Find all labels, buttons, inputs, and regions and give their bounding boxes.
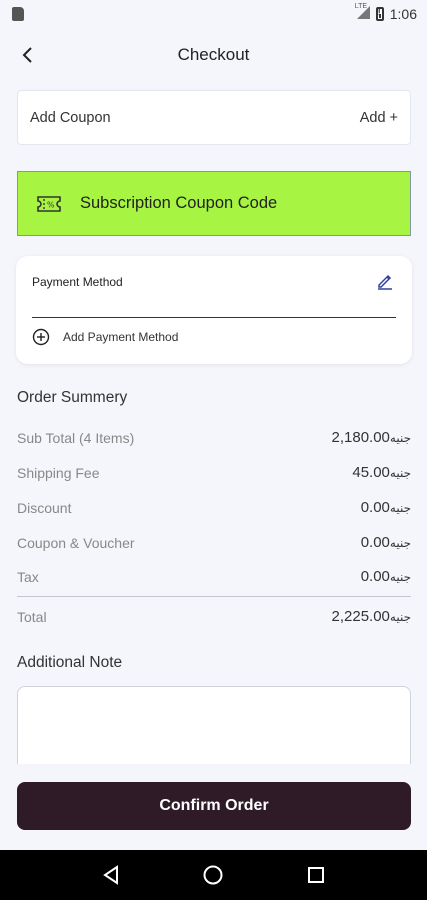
- nav-recents-button[interactable]: [303, 862, 329, 888]
- chevron-left-icon: [22, 47, 32, 63]
- summary-row-discount: Discount 0.00جنيه: [17, 499, 411, 516]
- summary-row-total: Total 2,225.00جنيه: [17, 608, 411, 625]
- row-label: Tax: [17, 568, 39, 585]
- add-payment-method-label: Add Payment Method: [63, 330, 179, 344]
- summary-row-shipping: Shipping Fee 45.00جنيه: [17, 464, 411, 481]
- summary-row-tax: Tax 0.00جنيه: [17, 568, 411, 585]
- row-value: 0.00جنيه: [360, 499, 411, 516]
- app-bar: Checkout: [0, 28, 427, 82]
- square-recents-icon: [307, 867, 324, 883]
- subscription-coupon-label: Subscription Coupon Code: [80, 194, 278, 212]
- row-value: 2,180.00جنيه: [331, 429, 411, 446]
- nav-back-button[interactable]: [98, 862, 124, 888]
- row-label: Shipping Fee: [17, 464, 100, 481]
- divider: [32, 317, 396, 318]
- row-value: 0.00جنيه: [360, 534, 411, 551]
- checkout-content[interactable]: Add Coupon Add + % Subscription Coupon C…: [0, 82, 427, 764]
- total-value: 2,225.00جنيه: [331, 608, 411, 625]
- clock: 1:06: [389, 6, 417, 22]
- page-title: Checkout: [177, 45, 250, 64]
- signal-icon: LTE: [354, 3, 370, 22]
- payment-method-title: Payment Method: [32, 275, 123, 289]
- row-value: 0.00جنيه: [360, 568, 411, 585]
- row-label: Coupon & Voucher: [17, 534, 135, 551]
- status-bar: LTE 1:06: [0, 0, 427, 28]
- back-button[interactable]: [14, 41, 42, 69]
- summary-divider: [17, 596, 411, 597]
- triangle-back-icon: [103, 865, 119, 885]
- additional-note-title: Additional Note: [17, 654, 123, 671]
- order-summary-title: Order Summery: [17, 389, 128, 406]
- battery-icon: [375, 7, 384, 21]
- add-coupon-label: Add Coupon: [30, 109, 111, 126]
- payment-method-card: Payment Method Add Payment Method: [16, 256, 412, 364]
- row-value: 45.00جنيه: [352, 464, 411, 481]
- total-label: Total: [17, 608, 47, 625]
- circle-home-icon: [203, 865, 223, 885]
- sd-card-icon: [12, 7, 24, 21]
- nav-home-button[interactable]: [200, 862, 226, 888]
- system-nav-bar: [0, 850, 427, 900]
- plus-circle-icon: [32, 328, 50, 346]
- add-coupon-button[interactable]: Add +: [360, 110, 398, 126]
- edit-pencil-icon[interactable]: [376, 272, 394, 290]
- coupon-ticket-icon: %: [37, 195, 61, 212]
- summary-row-coupon: Coupon & Voucher 0.00جنيه: [17, 534, 411, 551]
- add-coupon-card[interactable]: Add Coupon Add +: [17, 90, 411, 145]
- svg-text:%: %: [47, 200, 55, 209]
- additional-note-input[interactable]: [17, 686, 411, 764]
- network-type-label: LTE: [354, 3, 368, 10]
- row-label: Discount: [17, 499, 72, 516]
- subscription-coupon-button[interactable]: % Subscription Coupon Code: [17, 171, 411, 236]
- add-payment-method-button[interactable]: Add Payment Method: [32, 328, 178, 346]
- confirm-order-button[interactable]: Confirm Order: [17, 782, 411, 830]
- row-label: Sub Total (4 Items): [17, 429, 135, 446]
- summary-row-subtotal: Sub Total (4 Items) 2,180.00جنيه: [17, 429, 411, 446]
- confirm-order-label: Confirm Order: [159, 797, 269, 814]
